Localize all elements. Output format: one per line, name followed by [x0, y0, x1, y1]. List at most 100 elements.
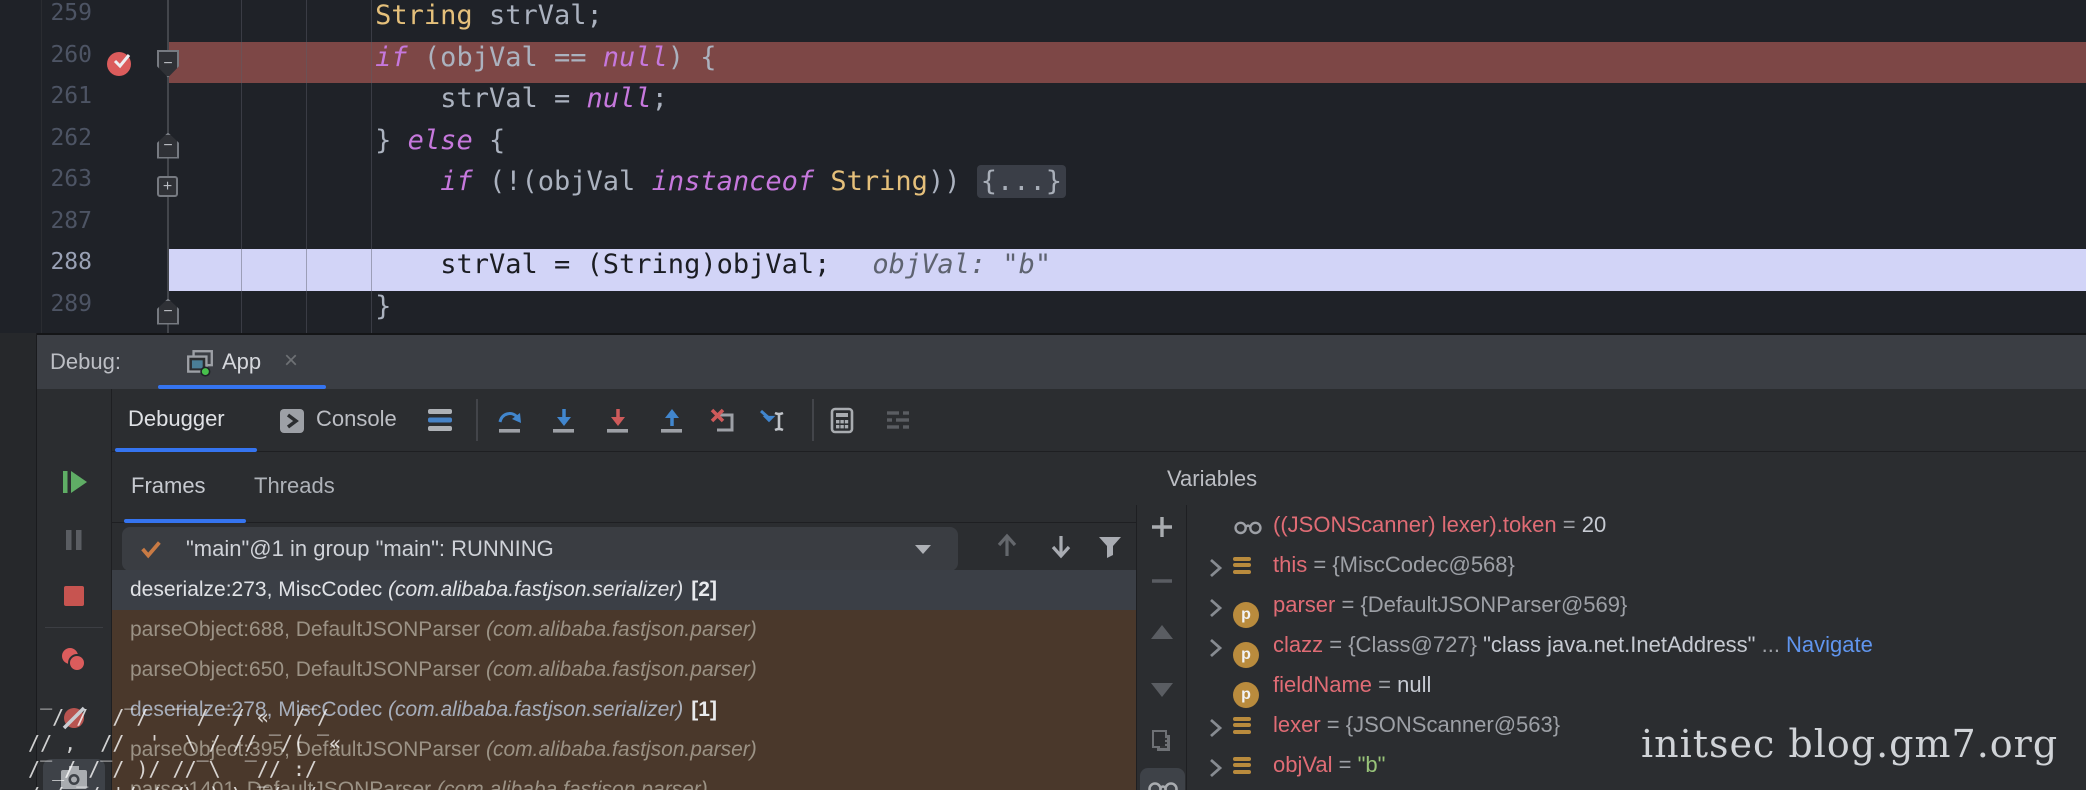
variable-value: =	[1372, 672, 1398, 697]
move-up-icon[interactable]	[1148, 619, 1176, 647]
code-token-kw: else	[407, 124, 473, 156]
frame-down-icon[interactable]	[1046, 531, 1076, 561]
gutter-border	[41, 0, 42, 333]
variable-value: ...	[1755, 632, 1787, 657]
debug-tab-app-label: App	[222, 349, 262, 374]
step-over-icon[interactable]	[496, 406, 524, 434]
variables-panel-header: Variables	[1136, 452, 2086, 505]
editor-line-288[interactable]: 288 strVal = (String)objVal; objVal: "b"	[0, 249, 2086, 291]
tab-console[interactable]: Console	[316, 389, 397, 452]
code-token-plain: }	[375, 290, 392, 322]
variable-row[interactable]: this = {MiscCodec@568}	[1187, 545, 2086, 585]
frame-up-icon[interactable]	[992, 531, 1022, 561]
code-editor[interactable]: 259 String strVal; 260− if (objVal == null)…	[0, 0, 2086, 335]
variable-text: clazz = {Class@727} "class java.net.Inet…	[1273, 625, 1873, 665]
variable-value: =	[1556, 512, 1582, 537]
code-text: } else {	[375, 125, 505, 167]
add-watch-icon[interactable]	[1148, 513, 1176, 541]
line-number: 259	[50, 0, 92, 26]
variable-value: =	[1320, 712, 1346, 737]
frame-method: deserialze:273, MiscCodec	[130, 578, 388, 601]
tab-threads[interactable]: Threads	[254, 452, 335, 523]
ide-root: 259 String strVal; 260− if (objVal == null)…	[0, 0, 2086, 790]
expand-chevron-icon[interactable]	[1203, 633, 1227, 658]
site-watermark: initsec blog.gm7.org	[1641, 722, 2059, 766]
frame-package: (com.alibaba.fastjson.serializer)	[387, 698, 684, 721]
frame-row[interactable]: parseObject:650, DefaultJSONParser (com.…	[112, 650, 1136, 690]
editor-line-262[interactable]: 262−} else {	[0, 125, 2086, 167]
variable-text: fieldName = null	[1273, 665, 1431, 705]
fold-expand-marker[interactable]: +	[157, 176, 178, 197]
editor-line-287[interactable]: 287	[0, 208, 2086, 250]
variable-row[interactable]: p clazz = {Class@727} "class java.net.Ine…	[1187, 625, 2086, 668]
frame-hit-badge: [1]	[691, 698, 717, 721]
param-icon: p	[1233, 592, 1259, 628]
layout-settings-icon[interactable]	[426, 406, 454, 434]
navigate-link[interactable]: Navigate	[1786, 632, 1873, 657]
breakpoint-icon[interactable]	[106, 49, 134, 82]
editor-line-289[interactable]: 289 −}	[0, 291, 2086, 333]
debug-tab-app[interactable]: App ×	[37, 335, 2086, 389]
variable-text: lexer = {JSONScanner@563}	[1273, 705, 1560, 745]
evaluate-expression-icon[interactable]	[828, 406, 856, 434]
view-options-icon[interactable]	[884, 406, 912, 434]
resume-program-icon[interactable]	[59, 467, 89, 497]
frame-row[interactable]: deserialze:273, MiscCodec (com.alibaba.f…	[112, 570, 1136, 610]
fold-collapse-marker[interactable]: −	[157, 298, 179, 325]
tab-frames[interactable]: Frames	[131, 452, 206, 523]
field-icon	[1233, 552, 1259, 580]
show-watches-button[interactable]	[1140, 768, 1185, 790]
code-token-type: String	[830, 166, 928, 197]
variable-row[interactable]: ((JSONScanner) lexer).token = 20	[1187, 505, 2086, 545]
code-token-chip: {...}	[976, 165, 1066, 198]
code-token-kw: instanceof	[651, 166, 815, 197]
variable-row[interactable]: p parser = {DefaultJSONParser@569}	[1187, 585, 2086, 628]
code-token-kw: null	[586, 83, 652, 114]
expand-chevron-icon[interactable]	[1203, 553, 1227, 578]
duplicate-icon[interactable]	[1148, 727, 1176, 755]
glasses-icon	[1148, 782, 1178, 790]
editor-line-263[interactable]: 263 + if (!(objVal instanceof String)) {..…	[0, 165, 2086, 208]
code-token-dark: strVal = (String)objVal;	[440, 249, 831, 280]
frame-row[interactable]: parseObject:688, DefaultJSONParser (com.…	[112, 610, 1136, 650]
close-icon[interactable]: ×	[284, 335, 298, 389]
remove-watch-icon[interactable]	[1148, 567, 1176, 595]
step-out-icon[interactable]	[658, 406, 686, 434]
expand-chevron-icon[interactable]	[1203, 593, 1227, 618]
force-step-into-icon[interactable]	[604, 406, 632, 434]
code-token-plain: {	[472, 124, 506, 156]
code-token-kw: if	[375, 41, 408, 73]
drop-frame-icon[interactable]	[708, 406, 736, 434]
variable-value: =	[1323, 632, 1349, 657]
thread-dropdown[interactable]: "main"@1 in group "main": RUNNING	[122, 527, 958, 571]
move-down-icon[interactable]	[1148, 675, 1176, 703]
toolbar-separator	[476, 399, 478, 441]
step-into-icon[interactable]	[550, 406, 578, 434]
tab-debugger[interactable]: Debugger	[128, 389, 225, 452]
debug-toolwindow-header: Debug: App ×	[37, 335, 2086, 389]
frame-package: (com.alibaba.fastjson.parser)	[486, 618, 757, 641]
variable-name: fieldName	[1273, 672, 1373, 697]
variable-text: parser = {DefaultJSONParser@569}	[1273, 585, 1627, 625]
view-breakpoints-icon[interactable]	[59, 645, 89, 675]
pause-program-icon[interactable]	[59, 525, 89, 555]
code-text: strVal = (String)objVal; objVal: "b"	[440, 249, 1051, 291]
expand-chevron-icon[interactable]	[1203, 713, 1227, 738]
variable-row[interactable]: p fieldName = null	[1187, 665, 2086, 708]
code-token-type: String	[375, 0, 473, 31]
code-token-plain: ))	[927, 166, 977, 197]
expand-chevron-icon[interactable]	[1203, 753, 1227, 778]
run-to-cursor-icon[interactable]	[758, 406, 786, 434]
variable-name: objVal	[1273, 752, 1333, 777]
frame-package: (com.alibaba.fastjson.parser)	[436, 778, 708, 790]
editor-line-259[interactable]: 259 String strVal;	[0, 0, 2086, 42]
fold-collapse-marker[interactable]: −	[157, 132, 179, 159]
watch-icon	[1233, 512, 1262, 538]
variable-value: "b"	[1357, 752, 1386, 777]
stop-program-icon[interactable]	[59, 581, 89, 611]
filter-frames-icon[interactable]	[1096, 533, 1124, 561]
editor-line-260[interactable]: 260− if (objVal == null) {	[0, 41, 2086, 83]
editor-line-261[interactable]: 261 strVal = null;	[0, 83, 2086, 125]
variable-name: this	[1273, 552, 1308, 577]
